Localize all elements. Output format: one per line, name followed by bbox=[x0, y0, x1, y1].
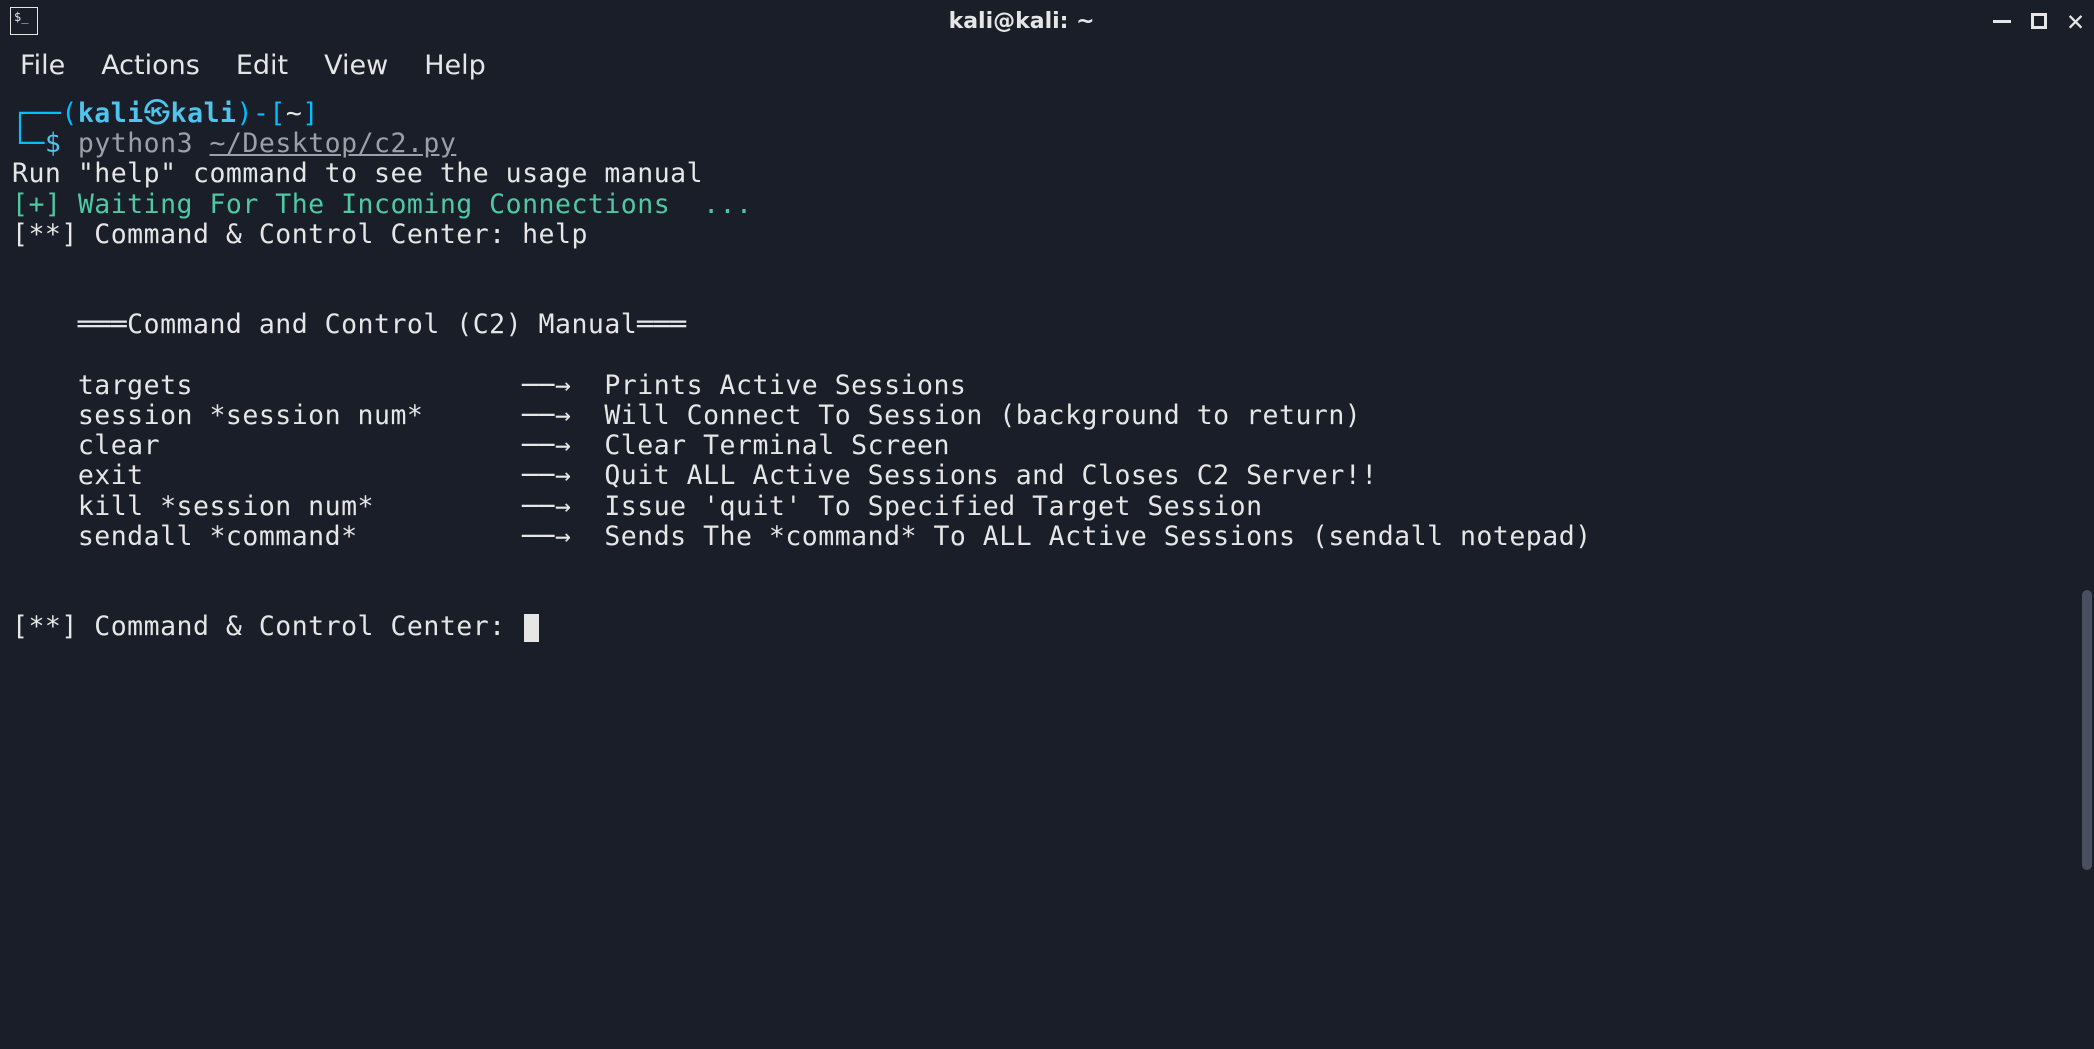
prompt-close-bracket: ] bbox=[302, 98, 318, 129]
cursor-icon bbox=[524, 614, 539, 642]
terminal-app-icon: $_ bbox=[10, 7, 38, 35]
menu-help[interactable]: Help bbox=[424, 50, 486, 81]
prompt-line-2: └─$ python3 ~/Desktop/c2.py bbox=[12, 129, 2082, 159]
close-button[interactable]: ✕ bbox=[2067, 7, 2084, 35]
manual-row-clear: clear ──→ Clear Terminal Screen bbox=[12, 431, 2082, 461]
menubar: File Actions Edit View Help bbox=[0, 42, 2094, 95]
manual-row-exit: exit ──→ Quit ALL Active Sessions and Cl… bbox=[12, 461, 2082, 491]
manual-header: ═══Command and Control (C2) Manual═══ bbox=[12, 310, 2082, 340]
kali-at-icon: ㉿ bbox=[144, 98, 171, 129]
manual-row-sendall: sendall *command* ──→ Sends The *command… bbox=[12, 522, 2082, 552]
cc-prompt-label: [**] Command & Control Center: bbox=[12, 611, 522, 642]
output-waiting: [+] Waiting For The Incoming Connections… bbox=[12, 190, 2082, 220]
menu-edit[interactable]: Edit bbox=[236, 50, 288, 81]
prompt-path: ~ bbox=[286, 98, 302, 129]
prompt-open-paren: ( bbox=[61, 98, 77, 129]
prompt-close-paren: )-[ bbox=[237, 98, 286, 129]
menu-actions[interactable]: Actions bbox=[101, 50, 200, 81]
blank-line bbox=[12, 552, 2082, 582]
prompt-dollar: $ bbox=[45, 128, 61, 159]
prompt-line-1: ┌──(kali㉿kali)-[~] bbox=[12, 99, 2082, 129]
blank-line bbox=[12, 582, 2082, 612]
command-text: python3 bbox=[78, 128, 210, 159]
minimize-icon bbox=[1993, 20, 2011, 23]
scrollbar-thumb[interactable] bbox=[2082, 590, 2092, 870]
menu-view[interactable]: View bbox=[324, 50, 388, 81]
manual-row-targets: targets ──→ Prints Active Sessions bbox=[12, 371, 2082, 401]
prompt-leader-bottom: └─ bbox=[12, 128, 45, 159]
titlebar: $_ kali@kali: ~ ✕ bbox=[0, 0, 2094, 42]
menu-file[interactable]: File bbox=[20, 50, 65, 81]
manual-row-session: session *session num* ──→ Will Connect T… bbox=[12, 401, 2082, 431]
output-cc-prompt-current: [**] Command & Control Center: bbox=[12, 612, 2082, 642]
command-arg: ~/Desktop/c2.py bbox=[210, 128, 457, 159]
blank-line bbox=[12, 280, 2082, 310]
blank-line bbox=[12, 341, 2082, 371]
prompt-host: kali bbox=[171, 98, 237, 129]
close-icon: ✕ bbox=[2067, 7, 2084, 35]
minimize-button[interactable] bbox=[1993, 20, 2011, 23]
window-title: kali@kali: ~ bbox=[50, 9, 1993, 34]
output-cc-prompt-help: [**] Command & Control Center: help bbox=[12, 220, 2082, 250]
maximize-icon bbox=[2031, 13, 2047, 29]
manual-row-kill: kill *session num* ──→ Issue 'quit' To S… bbox=[12, 492, 2082, 522]
prompt-user: kali bbox=[78, 98, 144, 129]
output-help-hint: Run "help" command to see the usage manu… bbox=[12, 159, 2082, 189]
prompt-leader-top: ┌── bbox=[12, 98, 61, 129]
window-controls: ✕ bbox=[1993, 7, 2084, 35]
terminal-content[interactable]: ┌──(kali㉿kali)-[~] └─$ python3 ~/Desktop… bbox=[0, 95, 2094, 647]
blank-line bbox=[12, 250, 2082, 280]
maximize-button[interactable] bbox=[2031, 13, 2047, 29]
